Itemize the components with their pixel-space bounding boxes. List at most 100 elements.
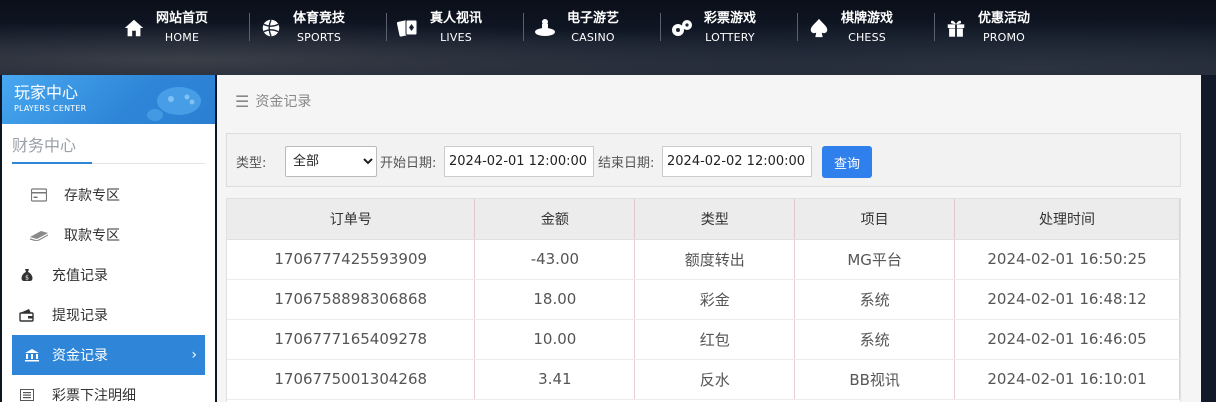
home-icon bbox=[112, 17, 156, 39]
sidebar-item-label: 存款专区 bbox=[64, 188, 120, 204]
gamepad-decoration-icon bbox=[147, 87, 201, 121]
nav-label-en: CASINO bbox=[571, 31, 615, 44]
table-row: 1706758898306868 18.00 彩金 系统 2024-02-01 … bbox=[227, 279, 1180, 320]
main-content: ☰ 资金记录 类型: 全部 开始日期: 结束日期: 查询 订单号 金额 类型 项… bbox=[217, 75, 1201, 402]
sidebar-item-label: 取款专区 bbox=[64, 228, 120, 244]
item-cell: BB视讯 bbox=[794, 359, 956, 400]
column-header-order-no: 订单号 bbox=[227, 199, 476, 240]
nav-label-en: LIVES bbox=[440, 31, 472, 44]
sidebar-item-recharge-records[interactable]: $ 充值记录 bbox=[2, 255, 215, 295]
nav-item-lottery[interactable]: 彩票游戏 LOTTERY bbox=[660, 8, 797, 48]
table-row: 1706777425593909 -43.00 额度转出 MG平台 2024-0… bbox=[227, 239, 1180, 280]
money-bag-icon: $ bbox=[2, 268, 52, 282]
amount-cell: 3.41 bbox=[474, 359, 636, 400]
time-cell: 2024-02-01 16:50:25 bbox=[954, 239, 1180, 280]
nav-item-home[interactable]: 网站首页 HOME bbox=[112, 8, 249, 48]
withdraw-cash-icon bbox=[2, 229, 64, 241]
type-select[interactable]: 全部 bbox=[285, 146, 377, 177]
nav-label-cn: 彩票游戏 bbox=[704, 11, 757, 26]
nav-item-chess[interactable]: 棋牌游戏 CHESS bbox=[797, 8, 934, 48]
item-cell: 系统 bbox=[794, 279, 956, 320]
nav-label-en: PROMO bbox=[982, 31, 1026, 44]
nav-item-casino[interactable]: 电子游艺 CASINO bbox=[523, 8, 660, 48]
nav-label-cn: 体育竞技 bbox=[293, 11, 346, 26]
end-date-label: 结束日期: bbox=[598, 156, 655, 171]
table-row: 1706777165409278 10.00 红包 系统 2024-02-01 … bbox=[227, 319, 1180, 360]
svg-text:$: $ bbox=[25, 275, 29, 282]
finance-center-title: 财务中心 bbox=[12, 124, 205, 164]
amount-cell: 18.00 bbox=[474, 279, 636, 320]
type-cell: 红包 bbox=[634, 319, 796, 360]
nav-item-sports[interactable]: 体育竞技 SPORTS bbox=[249, 8, 386, 48]
amount-cell: -43.00 bbox=[474, 239, 636, 280]
item-cell: MG平台 bbox=[794, 239, 956, 280]
gift-icon bbox=[934, 17, 978, 39]
nav-label-cn: 真人视讯 bbox=[430, 11, 483, 26]
deposit-card-icon bbox=[2, 188, 64, 202]
sidebar-item-lottery-bets[interactable]: 彩票下注明细 bbox=[2, 375, 215, 402]
start-date-input[interactable] bbox=[444, 146, 594, 177]
column-header-item: 项目 bbox=[794, 199, 956, 240]
menu-icon: ☰ bbox=[235, 91, 250, 111]
table-row: 1706775001304268 3.41 反水 BB视讯 2024-02-01… bbox=[227, 359, 1180, 400]
lottery-balls-icon bbox=[660, 17, 704, 39]
top-navigation: 网站首页 HOME 体育竞技 SPORTS 真人视讯 LIVES 电子游艺 CA… bbox=[0, 0, 1216, 75]
order-no-cell: 1706777165409278 bbox=[227, 319, 476, 360]
nav-label-en: SPORTS bbox=[296, 31, 342, 44]
wallet-icon bbox=[2, 308, 52, 322]
nav-list: 网站首页 HOME 体育竞技 SPORTS 真人视讯 LIVES 电子游艺 CA… bbox=[112, 8, 1071, 48]
finance-center-underline bbox=[12, 162, 92, 164]
nav-label-cn: 棋牌游戏 bbox=[841, 11, 894, 26]
amount-cell: 10.00 bbox=[474, 319, 636, 360]
end-date-input[interactable] bbox=[662, 146, 812, 177]
nav-label-en: CHESS bbox=[848, 31, 886, 44]
type-cell: 彩金 bbox=[634, 279, 796, 320]
start-date-label: 开始日期: bbox=[380, 156, 437, 171]
column-header-type: 类型 bbox=[634, 199, 796, 240]
nav-label-en: HOME bbox=[164, 31, 200, 44]
sidebar-item-label: 资金记录 bbox=[52, 348, 108, 364]
fund-records-table: 订单号 金额 类型 项目 处理时间 1706777425593909 -43.0… bbox=[226, 198, 1181, 402]
nav-item-promo[interactable]: 优惠活动 PROMO bbox=[934, 8, 1071, 48]
item-cell: 系统 bbox=[794, 319, 956, 360]
sidebar-item-withdraw-records[interactable]: 提现记录 bbox=[2, 295, 215, 335]
players-center-header: 玩家中心 PLAYERS CENTER bbox=[2, 75, 215, 124]
type-cell: 额度转出 bbox=[634, 239, 796, 280]
type-cell: 反水 bbox=[634, 359, 796, 400]
list-icon bbox=[2, 389, 52, 401]
time-cell: 2024-02-01 16:46:05 bbox=[954, 319, 1180, 360]
cards-icon bbox=[386, 17, 430, 39]
sidebar-item-label: 提现记录 bbox=[52, 308, 108, 324]
order-no-cell: 1706758898306868 bbox=[227, 279, 476, 320]
background-strip bbox=[1201, 75, 1216, 402]
finance-center-label: 财务中心 bbox=[12, 136, 77, 155]
order-no-cell: 1706777425593909 bbox=[227, 239, 476, 280]
nav-label-cn: 优惠活动 bbox=[978, 11, 1031, 26]
nav-label-en: LOTTERY bbox=[705, 31, 755, 44]
sidebar-item-label: 充值记录 bbox=[52, 268, 108, 284]
time-cell: 2024-02-01 16:10:01 bbox=[954, 359, 1180, 400]
time-cell: 2024-02-01 16:48:12 bbox=[954, 279, 1180, 320]
column-header-amount: 金额 bbox=[474, 199, 636, 240]
query-button[interactable]: 查询 bbox=[822, 146, 872, 178]
sidebar-menu: 存款专区 取款专区 $ 充值记录 提现记录 资金记录 › 彩票下注明细 bbox=[2, 175, 215, 402]
sidebar-item-withdraw[interactable]: 取款专区 bbox=[2, 215, 215, 255]
breadcrumb-text: 资金记录 bbox=[255, 94, 312, 110]
sidebar-item-fund-records[interactable]: 资金记录 › bbox=[12, 335, 205, 375]
sidebar-item-deposit[interactable]: 存款专区 bbox=[2, 175, 215, 215]
filter-bar: 类型: 全部 开始日期: 结束日期: 查询 bbox=[226, 133, 1181, 187]
nav-item-lives[interactable]: 真人视讯 LIVES bbox=[386, 8, 523, 48]
nav-label-cn: 网站首页 bbox=[156, 11, 209, 26]
sidebar-item-label: 彩票下注明细 bbox=[52, 388, 136, 402]
spade-icon bbox=[797, 17, 841, 39]
nav-label-cn: 电子游艺 bbox=[567, 11, 620, 26]
type-label: 类型: bbox=[236, 156, 267, 171]
slot-icon bbox=[523, 17, 567, 39]
sidebar: 玩家中心 PLAYERS CENTER 财务中心 存款专区 取款专区 $ 充值记… bbox=[2, 75, 215, 402]
table-header-row: 订单号 金额 类型 项目 处理时间 bbox=[227, 199, 1180, 240]
column-header-time: 处理时间 bbox=[954, 199, 1180, 240]
order-no-cell: 1706775001304268 bbox=[227, 359, 476, 400]
basketball-icon bbox=[249, 17, 293, 39]
breadcrumb: ☰ 资金记录 bbox=[235, 91, 311, 111]
chevron-right-icon: › bbox=[191, 347, 197, 363]
